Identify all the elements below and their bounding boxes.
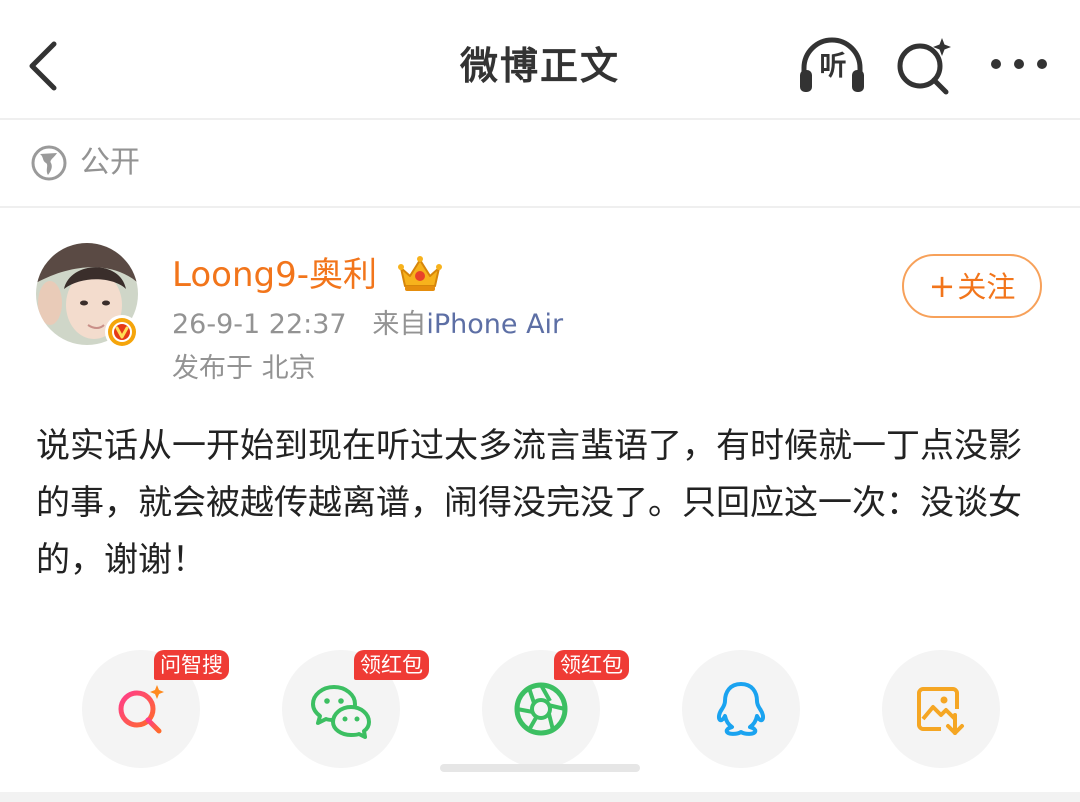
follow-plus-icon: +	[928, 267, 956, 305]
share-moments-badge: 领红包	[554, 650, 629, 680]
listen-label: 听	[819, 51, 847, 82]
share-wechat-badge: 领红包	[354, 650, 429, 680]
follow-label: 关注	[957, 270, 1016, 304]
post-location: 发布于 北京	[172, 353, 316, 384]
ai-search-button[interactable]	[892, 34, 956, 98]
home-indicator	[440, 764, 640, 772]
username[interactable]: Loong9-奥利	[172, 252, 377, 298]
post-source[interactable]: iPhone Air	[426, 309, 563, 340]
wechat-icon	[311, 685, 371, 739]
more-button[interactable]	[986, 44, 1052, 84]
visibility-row	[0, 120, 1080, 206]
share-qq-button[interactable]	[682, 650, 800, 768]
qq-icon	[716, 682, 766, 736]
crown-badge-icon	[398, 256, 442, 291]
bottom-bar	[0, 792, 1080, 802]
visibility-divider	[0, 206, 1080, 208]
top-nav-bar: 微博正文 听	[0, 0, 1080, 118]
save-image-icon	[917, 687, 964, 735]
share-zhisou-badge: 问智搜	[154, 650, 229, 680]
wechat-moments-icon	[514, 682, 568, 736]
post-time: 26-9-1 22:37	[172, 309, 347, 340]
post-content: 说实话从一开始到现在听过太多流言蜚语了，有时候就一丁点没影的事，就会被越传越离谱…	[36, 426, 1022, 580]
save-image-button[interactable]	[882, 650, 1000, 768]
follow-button[interactable]: +关注	[902, 254, 1042, 318]
post-meta: 26-9-1 22:37 来自iPhone Air	[172, 306, 563, 344]
ai-search-icon	[118, 685, 164, 734]
more-dots-icon	[991, 59, 1047, 69]
source-prefix: 来自	[372, 309, 427, 340]
visibility-label: 公开	[80, 145, 140, 180]
chevron-left-icon	[29, 41, 57, 91]
globe-icon	[31, 145, 67, 181]
verified-v-icon	[105, 315, 139, 349]
back-button[interactable]	[24, 38, 68, 94]
listen-button[interactable]: 听	[796, 36, 868, 96]
ai-search-icon	[897, 38, 951, 95]
